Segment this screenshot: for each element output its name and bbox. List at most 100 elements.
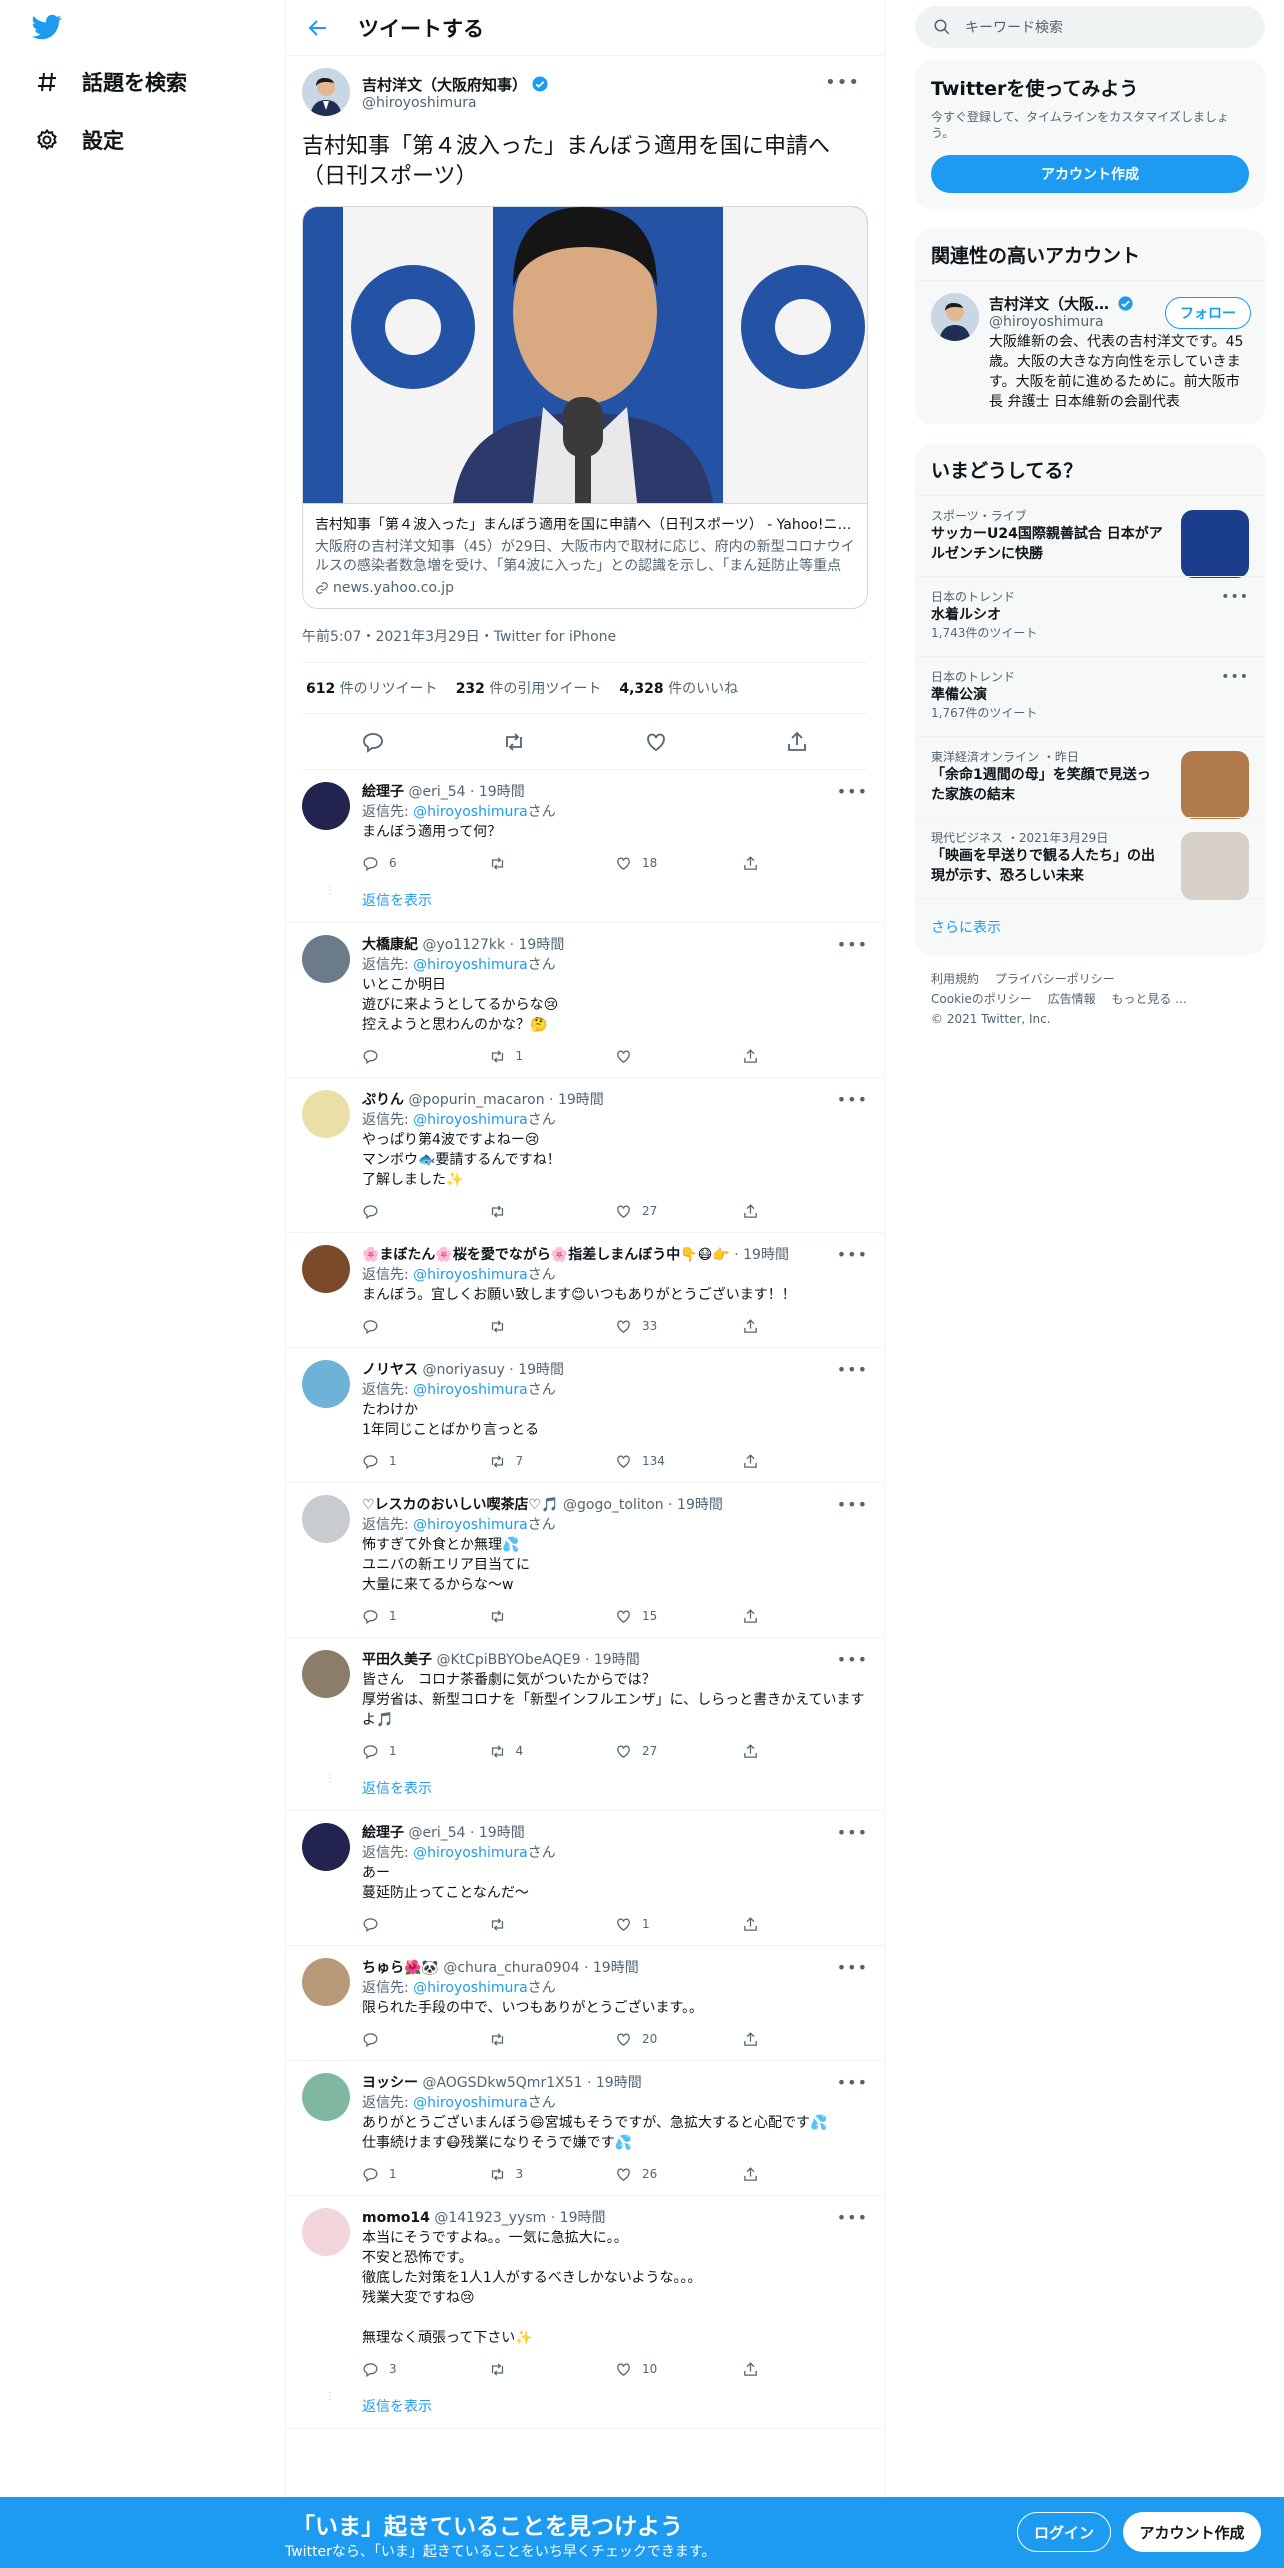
follow-button[interactable]: フォロー — [1165, 297, 1251, 329]
avatar[interactable] — [302, 1823, 350, 1871]
reply-button[interactable]: 3 — [362, 2361, 489, 2378]
show-replies-link[interactable]: ⋮ 返信を表示 — [286, 2390, 884, 2429]
like-count[interactable]: 4,328 件のいいね — [619, 678, 738, 698]
avatar[interactable] — [302, 1495, 350, 1543]
avatar[interactable] — [302, 68, 350, 116]
link-card[interactable]: 府 吉村知事「第４波入った」まんぼう適用を国に申請へ（日刊スポーツ） - Yah… — [302, 206, 868, 609]
trend-item[interactable]: 日本のトレンド 水着ルシオ 1,743件のツイート ••• — [915, 576, 1265, 656]
reply-author-name[interactable]: 平田久美子 — [362, 1652, 432, 1668]
like-button[interactable]: 10 — [615, 2361, 742, 2378]
footer-more[interactable]: もっと見る ... — [1111, 992, 1186, 1006]
reply-author-name[interactable]: ぷりん — [362, 1092, 404, 1108]
share-button[interactable] — [742, 1318, 869, 1335]
nav-explore[interactable]: 話題を検索 — [34, 67, 187, 97]
like-icon[interactable] — [644, 730, 668, 754]
reply-time[interactable]: 19時間 — [519, 937, 565, 953]
related-account[interactable]: 吉村洋文（大阪府知事） @hiroyoshimura 大阪維新の会、代表の吉村洋… — [915, 281, 1265, 424]
reply-author-name[interactable]: ちゅら🌺🐼 — [362, 1960, 439, 1976]
search-input[interactable]: キーワード検索 — [915, 6, 1265, 48]
more-options-icon[interactable]: ••• — [837, 1245, 868, 1264]
avatar[interactable] — [302, 935, 350, 983]
retweet-button[interactable]: 1 — [489, 1048, 616, 1065]
reply-tweet[interactable]: 絵理子 @eri_54 · 19時間 ••• 返信先: @hiroyoshimu… — [286, 1811, 884, 1946]
avatar[interactable] — [302, 2073, 350, 2121]
signup-button[interactable]: アカウント作成 — [931, 155, 1249, 193]
reply-button[interactable] — [362, 1203, 489, 1220]
avatar[interactable] — [302, 1958, 350, 2006]
trend-item[interactable]: スポーツ・ライブ サッカーU24国際親善試合 日本がアルゼンチンに快勝 — [915, 495, 1265, 578]
twitter-logo-icon[interactable] — [30, 12, 64, 42]
share-button[interactable] — [742, 1453, 869, 1470]
quote-count[interactable]: 232 件の引用ツイート — [456, 678, 602, 698]
reply-to-link[interactable]: @hiroyoshimura — [413, 804, 528, 820]
share-button[interactable] — [742, 2031, 869, 2048]
reply-author-name[interactable]: 絵理子 — [362, 784, 404, 800]
retweet-button[interactable] — [489, 855, 616, 872]
share-button[interactable] — [742, 1743, 869, 1760]
trend-item[interactable]: 現代ビジネス ・2021年3月29日 「映画を早送りで観る人たち」の出現が示す、… — [915, 817, 1265, 900]
reply-tweet[interactable]: ノリヤス @noriyasuy · 19時間 ••• 返信先: @hiroyos… — [286, 1348, 884, 1483]
like-button[interactable]: 20 — [615, 2031, 742, 2048]
reply-button[interactable] — [362, 2031, 489, 2048]
share-button[interactable] — [742, 1608, 869, 1625]
share-button[interactable] — [742, 1916, 869, 1933]
like-button[interactable]: 26 — [615, 2166, 742, 2183]
more-options-icon[interactable]: ••• — [837, 1650, 868, 1669]
reply-to-link[interactable]: @hiroyoshimura — [413, 1382, 528, 1398]
retweet-button[interactable] — [489, 2361, 616, 2378]
avatar[interactable] — [302, 1245, 350, 1293]
reply-author-name[interactable]: ヨッシー — [362, 2075, 418, 2091]
retweet-button[interactable]: 4 — [489, 1743, 616, 1760]
reply-button[interactable] — [362, 1318, 489, 1335]
retweet-icon[interactable] — [502, 730, 526, 754]
reply-to-link[interactable]: @hiroyoshimura — [413, 1980, 528, 1996]
avatar[interactable] — [302, 1090, 350, 1138]
reply-time[interactable]: 19時間 — [743, 1247, 789, 1263]
related-avatar[interactable] — [931, 293, 979, 341]
avatar[interactable] — [302, 2208, 350, 2256]
login-button[interactable]: ログイン — [1017, 2512, 1111, 2552]
like-button[interactable]: 134 — [615, 1453, 742, 1470]
share-button[interactable] — [742, 2361, 869, 2378]
show-replies-link[interactable]: ⋮ 返信を表示 — [286, 1772, 884, 1811]
reply-author-name[interactable]: ノリヤス — [362, 1362, 418, 1378]
reply-time[interactable]: 19時間 — [558, 1092, 604, 1108]
show-more-trends[interactable]: さらに表示 — [915, 898, 1265, 955]
retweet-button[interactable] — [489, 2031, 616, 2048]
share-button[interactable] — [742, 1203, 869, 1220]
more-options-icon[interactable]: ••• — [825, 72, 860, 93]
reply-author-name[interactable]: 🌸まぼたん🌸桜を愛でながら🌸指差しまんぼう中👇😷👉 — [362, 1247, 730, 1263]
reply-author-name[interactable]: 大橋康紀 — [362, 937, 418, 953]
nav-settings[interactable]: 設定 — [34, 125, 124, 155]
retweet-button[interactable] — [489, 1203, 616, 1220]
footer-ads[interactable]: 広告情報 — [1048, 992, 1096, 1006]
reply-tweet[interactable]: 平田久美子 @KtCpiBBYObeAQE9 · 19時間 ••• 皆さん コロ… — [286, 1638, 884, 1772]
more-options-icon[interactable]: ••• — [837, 935, 868, 954]
reply-tweet[interactable]: 絵理子 @eri_54 · 19時間 ••• 返信先: @hiroyoshimu… — [286, 770, 884, 884]
reply-tweet[interactable]: ちゅら🌺🐼 @chura_chura0904 · 19時間 ••• 返信先: @… — [286, 1946, 884, 2061]
more-options-icon[interactable]: ••• — [837, 1495, 868, 1514]
tweet-timestamp[interactable]: 午前5:07・2021年3月29日・Twitter for iPhone — [302, 609, 868, 663]
reply-to-link[interactable]: @hiroyoshimura — [413, 1267, 528, 1283]
reply-button[interactable]: 1 — [362, 2166, 489, 2183]
like-button[interactable]: 27 — [615, 1203, 742, 1220]
reply-icon[interactable] — [361, 730, 385, 754]
share-button[interactable] — [742, 2166, 869, 2183]
trend-item[interactable]: 東洋経済オンライン ・昨日 「余命1週間の母」を笑顔で見送った家族の結末 — [915, 736, 1265, 819]
footer-terms[interactable]: 利用規約 — [931, 972, 979, 986]
reply-time[interactable]: 19時間 — [596, 2075, 642, 2091]
back-arrow-icon[interactable] — [306, 16, 330, 40]
reply-button[interactable]: 6 — [362, 855, 489, 872]
more-options-icon[interactable]: ••• — [837, 1090, 868, 1109]
show-replies-link[interactable]: ⋮ 返信を表示 — [286, 884, 884, 923]
more-options-icon[interactable]: ••• — [837, 782, 868, 801]
reply-time[interactable]: 19時間 — [518, 1362, 564, 1378]
more-options-icon[interactable]: ••• — [837, 1823, 868, 1842]
reply-to-link[interactable]: @hiroyoshimura — [413, 1845, 528, 1861]
like-button[interactable]: 1 — [615, 1916, 742, 1933]
reply-to-link[interactable]: @hiroyoshimura — [413, 1112, 528, 1128]
reply-time[interactable]: 19時間 — [677, 1497, 723, 1513]
retweet-button[interactable] — [489, 1608, 616, 1625]
reply-tweet[interactable]: ヨッシー @AOGSDkw5Qmr1X51 · 19時間 ••• 返信先: @h… — [286, 2061, 884, 2196]
reply-button[interactable]: 1 — [362, 1743, 489, 1760]
